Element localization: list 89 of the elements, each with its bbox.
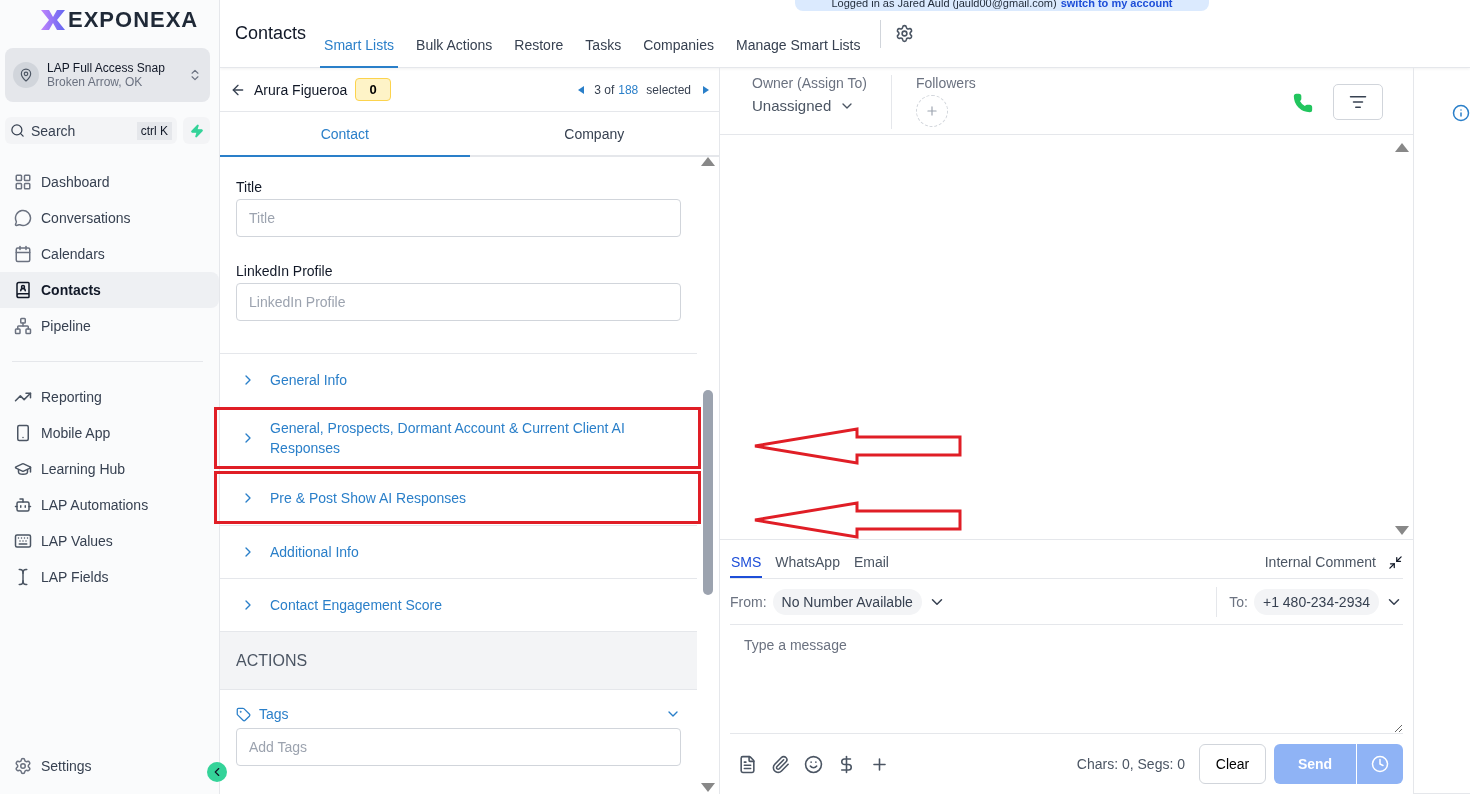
clear-button[interactable]: Clear (1199, 744, 1266, 784)
page-title: Contacts (235, 23, 307, 44)
detail-tab[interactable]: Contact (220, 112, 470, 157)
dashboard-icon (14, 173, 32, 191)
scroll-down-icon[interactable] (1395, 526, 1409, 535)
robot-icon (14, 496, 32, 514)
collapse-button[interactable] (207, 762, 227, 782)
keyboard-icon (14, 532, 32, 550)
character-counter: Chars: 0, Segs: 0 (1076, 756, 1185, 772)
account-name: LAP Full Access Snap (47, 61, 166, 75)
pager-position: 3 of (594, 82, 615, 97)
switch-account-link[interactable]: switch to my account (1060, 0, 1173, 9)
phone-handset-icon (1293, 93, 1313, 113)
brand-name: EXPONEXA (68, 7, 199, 33)
channel-tab[interactable]: SMS (730, 554, 763, 578)
scroll-down-icon[interactable] (701, 783, 715, 792)
banner-text: Logged in as Jared Auld (jauld00@gmail.com) (831, 0, 1057, 9)
contact-book-icon (14, 281, 32, 299)
shortcut-hint: ctrl K (136, 121, 172, 140)
nav-tab[interactable]: Companies (639, 23, 718, 68)
owner-dropdown[interactable]: Unassigned (752, 97, 867, 114)
search-field[interactable]: Search ctrl K (5, 117, 177, 144)
account-switcher[interactable]: LAP Full Access Snap Broken Arrow, OK (5, 48, 210, 102)
channel-tab[interactable]: WhatsApp (774, 554, 841, 578)
to-number[interactable]: +1 480-234-2934 (1253, 588, 1379, 615)
field-label: Title (236, 179, 263, 195)
settings-icon[interactable] (895, 24, 915, 43)
search-placeholder: Search (31, 122, 77, 139)
tag-icon (236, 706, 251, 722)
paperclip-icon[interactable] (771, 754, 790, 774)
scrollbar-thumb[interactable] (703, 390, 713, 595)
count-badge: 0 (355, 78, 391, 101)
collapsible-section[interactable]: Additional Info (220, 525, 697, 578)
text-field[interactable]: Title (236, 199, 681, 237)
sidebar-item[interactable]: Contacts (0, 272, 219, 308)
collapsible-section[interactable]: General, Prospects, Dormant Account & Current Client AI Responses (214, 407, 701, 469)
owner-label: Owner (Assign To) (752, 75, 867, 91)
settings-icon (14, 757, 32, 775)
section-heading: ACTIONS (236, 651, 308, 670)
sidebar-item[interactable]: Calendars (0, 236, 219, 272)
nav-tab[interactable]: Restore (510, 23, 568, 68)
location-pin-icon (13, 62, 39, 88)
sidebar-item[interactable]: Pipeline (0, 308, 219, 344)
filter-icon (1349, 93, 1367, 111)
nav-tab[interactable]: Tasks (581, 23, 626, 68)
sidebar-item[interactable]: Settings (0, 748, 106, 784)
text-field[interactable]: LinkedIn Profile (236, 283, 681, 321)
internal-comment-tab[interactable]: Internal Comment (1264, 554, 1376, 578)
sidebar-item[interactable]: Dashboard (0, 164, 219, 200)
pager-total: 188 (618, 82, 639, 97)
sidebar-item[interactable]: Conversations (0, 200, 219, 236)
nav-tab[interactable]: Manage Smart Lists (732, 23, 865, 68)
network-icon (14, 317, 32, 335)
clock-icon (1371, 755, 1389, 773)
info-icon[interactable] (1452, 104, 1470, 122)
nav-tab[interactable]: Smart Lists (320, 23, 399, 68)
graduation-cap-icon (14, 460, 32, 478)
channel-tab[interactable]: Email (852, 554, 890, 578)
phone-icon (14, 424, 32, 442)
chat-bubble-icon (14, 209, 32, 227)
next-icon[interactable] (703, 85, 709, 94)
document-icon[interactable] (738, 754, 757, 774)
lightning-icon (189, 123, 204, 138)
plus-icon (924, 104, 939, 118)
collapsible-section[interactable]: General Info (220, 353, 697, 406)
contact-name: Arura Figueroa (254, 81, 348, 98)
filter-button[interactable] (1333, 84, 1383, 120)
account-location: Broken Arrow, OK (47, 75, 144, 89)
from-number[interactable]: No Number Available (772, 588, 922, 615)
logo-icon (40, 9, 66, 31)
calendar-icon (14, 245, 32, 263)
followers-label: Followers (915, 75, 976, 91)
scroll-up-icon[interactable] (1395, 143, 1409, 152)
search-icon (10, 123, 25, 138)
from-label: From: (730, 593, 767, 610)
sidebar-item[interactable]: LAP Values (0, 523, 219, 559)
sidebar-item[interactable]: LAP Fields (0, 559, 219, 595)
minimize-icon (1388, 555, 1403, 570)
field-label: LinkedIn Profile (236, 263, 334, 279)
pager-label: selected (646, 82, 691, 97)
previous-icon[interactable] (578, 85, 585, 94)
tags-label: Tags (259, 706, 290, 722)
collapsible-section[interactable]: Pre & Post Show AI Responses (214, 471, 701, 524)
tags-field[interactable]: Add Tags (236, 728, 681, 766)
nav-tab[interactable]: Bulk Actions (412, 23, 497, 68)
detail-tab[interactable]: Company (469, 112, 719, 157)
to-label: To: (1229, 593, 1248, 610)
smiley-icon[interactable] (804, 754, 823, 774)
scroll-up-icon[interactable] (701, 157, 715, 166)
